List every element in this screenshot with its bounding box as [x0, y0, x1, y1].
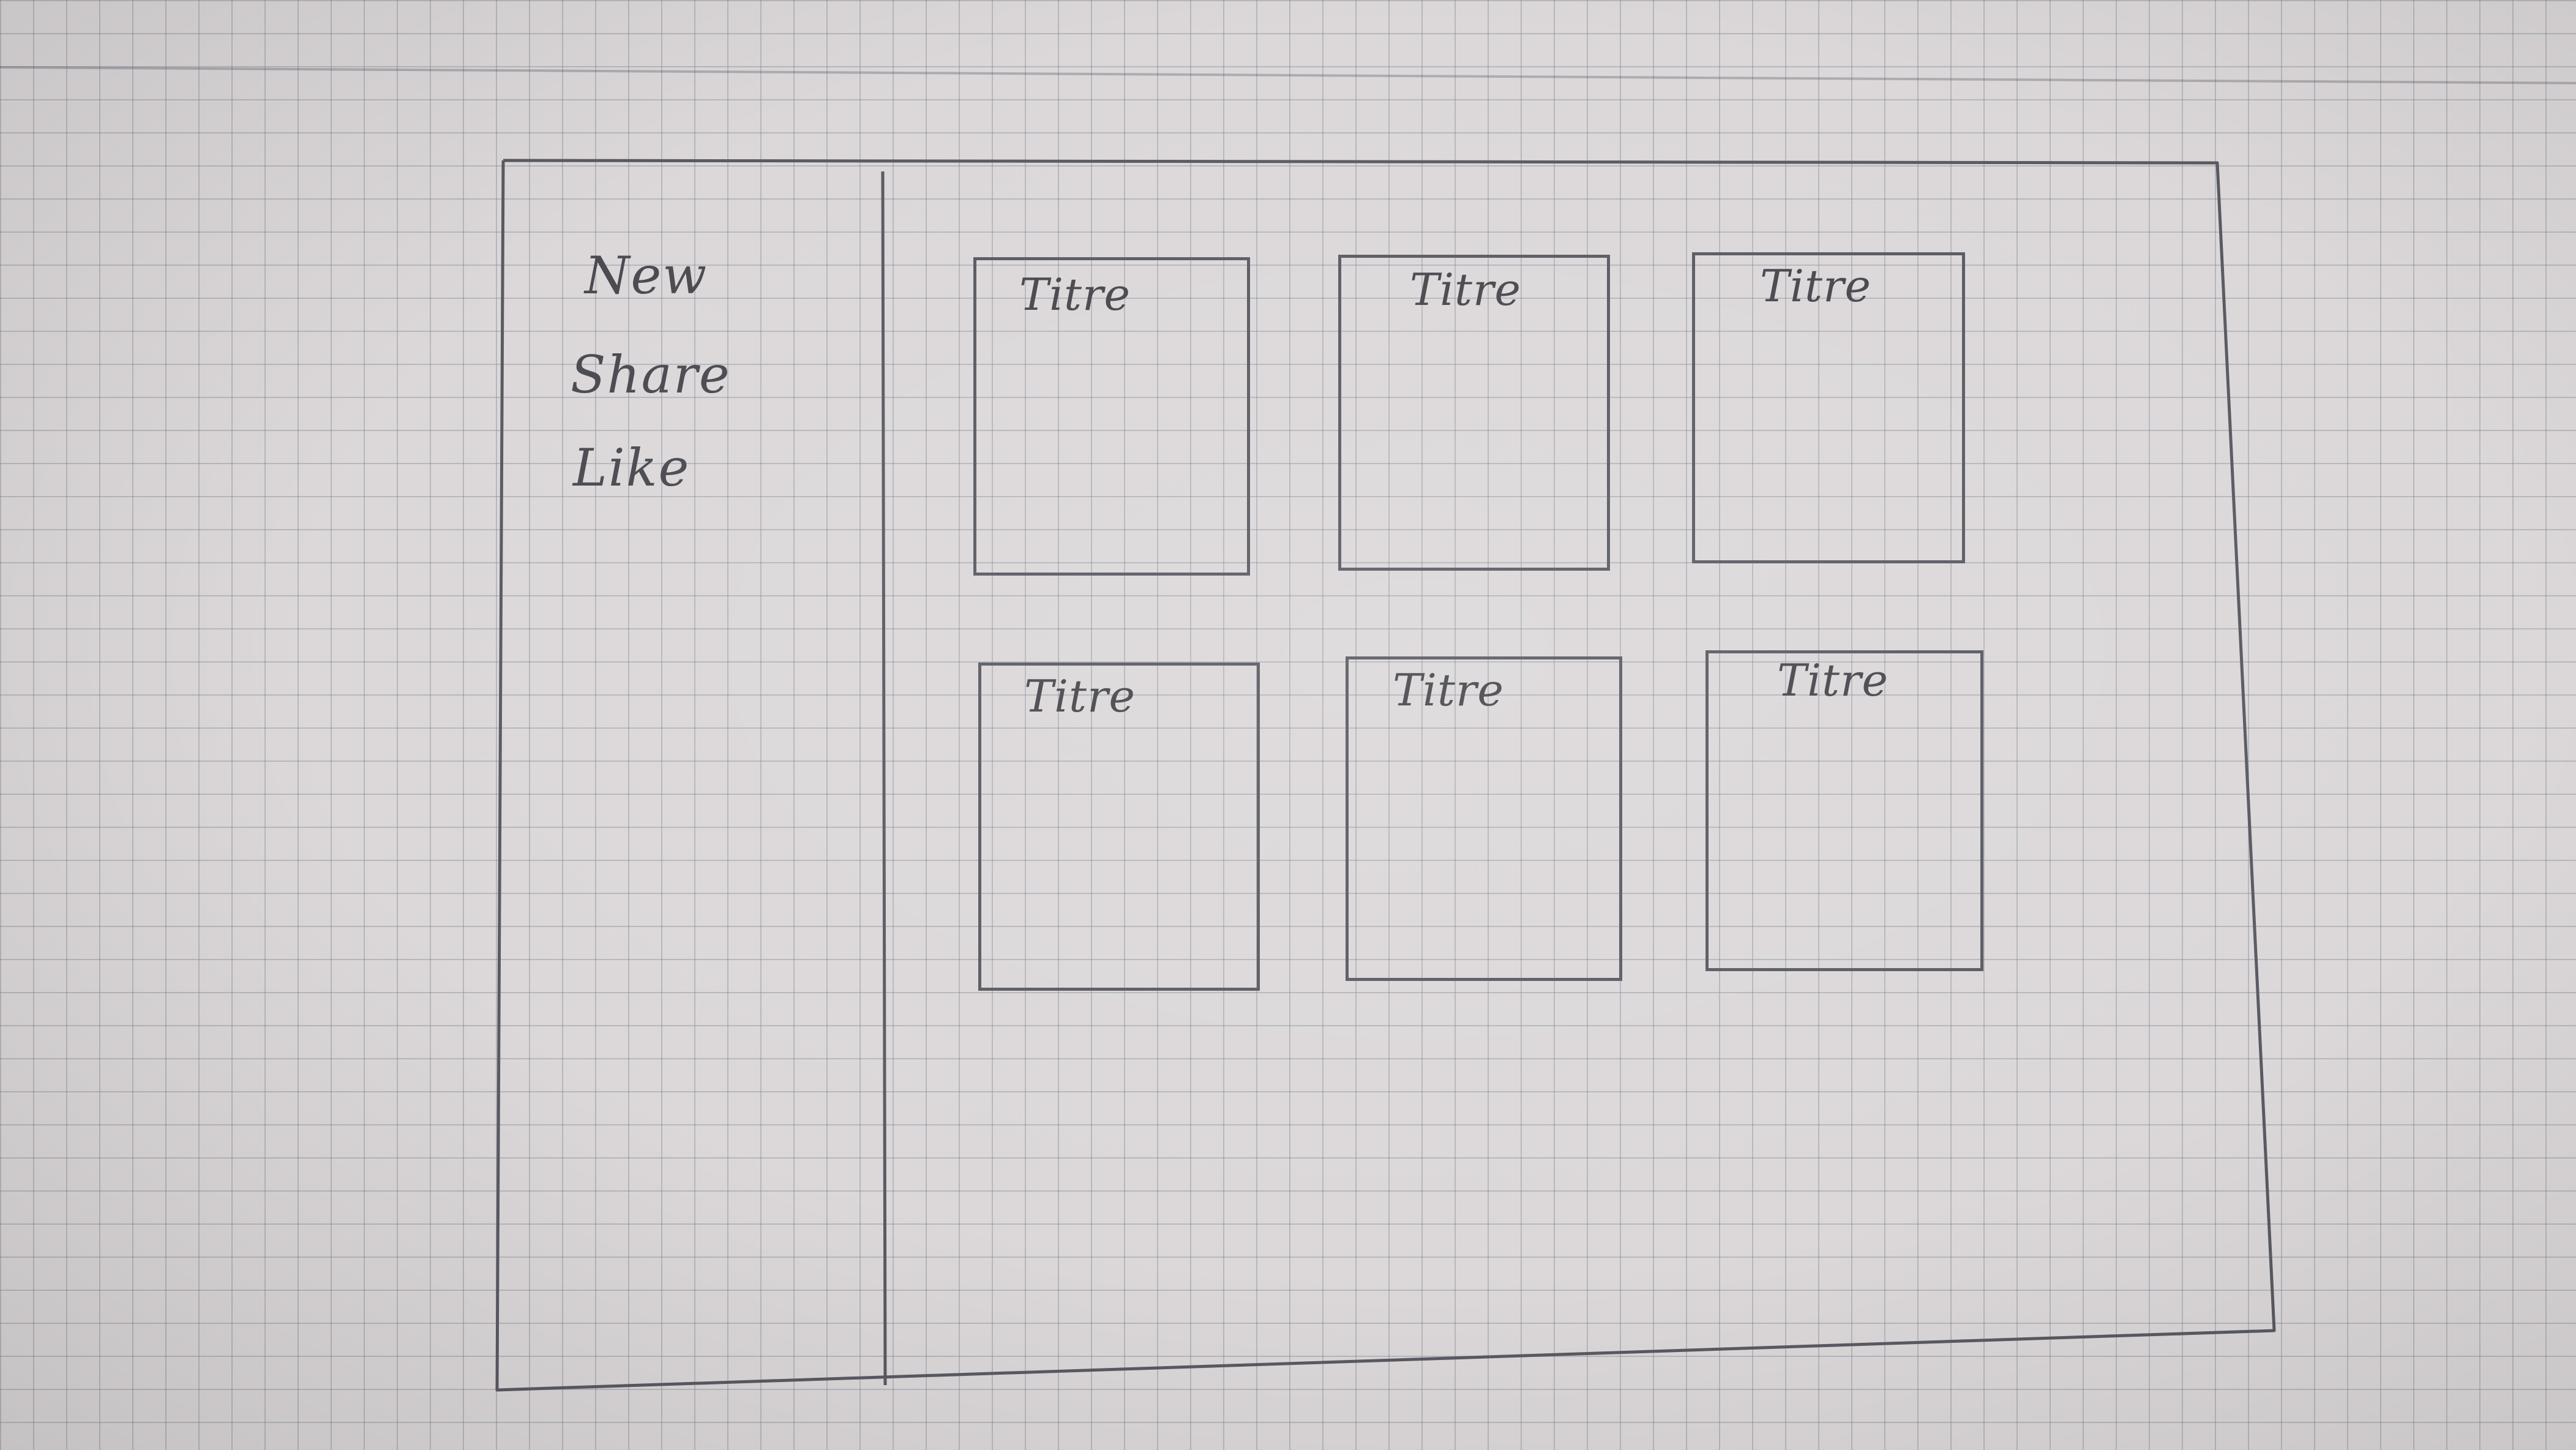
card-4[interactable]: Titre: [978, 663, 1260, 991]
wireframe-window: [0, 0, 2576, 1450]
card-title: Titre: [1760, 260, 1872, 312]
card-title: Titre: [1019, 269, 1131, 320]
card-title: Titre: [1777, 655, 1889, 706]
sidebar-item-share[interactable]: Share: [571, 349, 731, 400]
sidebar-item-new[interactable]: New: [585, 250, 708, 301]
sidebar-divider: [881, 171, 887, 1386]
card-title: Titre: [1024, 671, 1136, 722]
card-3[interactable]: Titre: [1692, 252, 1965, 563]
wireframe-outline: [495, 159, 2276, 1392]
card-6[interactable]: Titre: [1705, 650, 1983, 971]
card-5[interactable]: Titre: [1346, 656, 1622, 981]
card-title: Titre: [1393, 664, 1505, 716]
card-1[interactable]: Titre: [973, 257, 1250, 576]
sidebar-item-like[interactable]: Like: [573, 442, 690, 494]
card-title: Titre: [1410, 264, 1522, 315]
card-2[interactable]: Titre: [1338, 255, 1610, 571]
